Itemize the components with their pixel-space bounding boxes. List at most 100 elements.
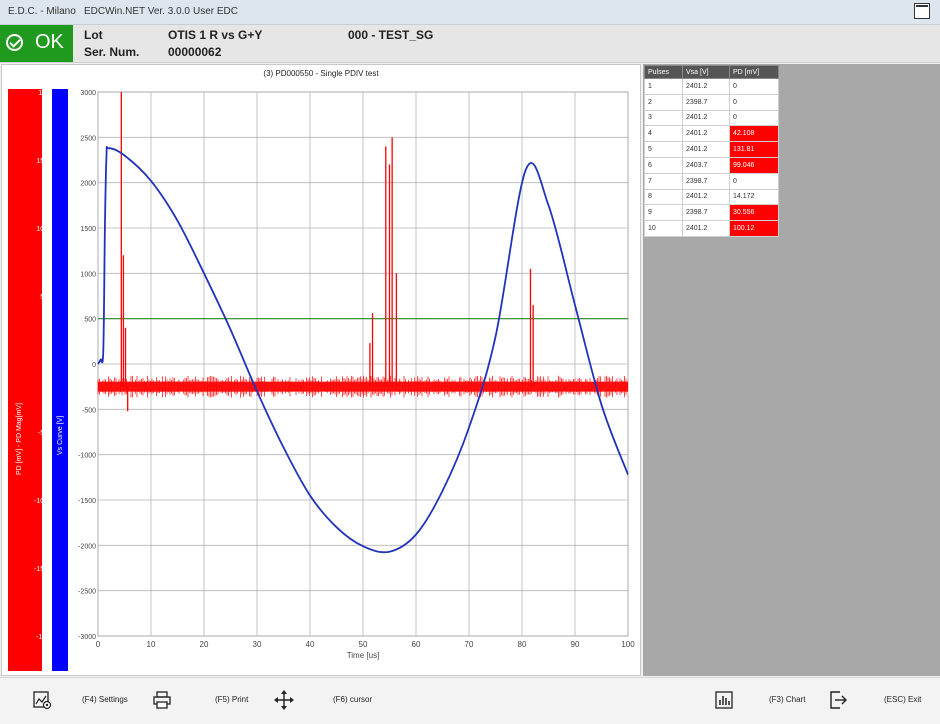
vs-tick-label: 1000 <box>80 271 96 278</box>
x-tick-label: 70 <box>465 640 474 649</box>
vs-tick-label: 0 <box>92 362 96 369</box>
move-cursor-icon <box>274 690 294 710</box>
column-header: PD [mV] <box>729 65 779 79</box>
settings-button[interactable]: (F4) Settings <box>30 678 160 724</box>
x-tick-label: 90 <box>571 640 580 649</box>
table-row: 9 2398.7 30.556 <box>644 204 779 222</box>
title-bar: E.D.C. - Milano EDCWin.NET Ver. 3.0.0 Us… <box>0 0 940 25</box>
table-cell: 0 <box>729 78 779 95</box>
pd-tick-label: -50 <box>38 430 48 437</box>
vs-tick-label: -3000 <box>78 634 96 641</box>
x-tick-label: 100 <box>621 640 635 649</box>
exit-icon <box>830 691 847 709</box>
cursor-label: (F6) cursor <box>333 695 373 704</box>
vs-tick-label: -2000 <box>78 543 96 550</box>
table-cell: 10 <box>644 220 683 237</box>
vs-tick-label: -1500 <box>78 498 96 505</box>
check-circle-icon <box>6 34 23 51</box>
cursor-button[interactable]: (F6) cursor <box>274 678 384 724</box>
x-tick-label: 80 <box>518 640 527 649</box>
table-cell: 14.172 <box>729 188 779 206</box>
table-cell: 2401.2 <box>682 109 730 127</box>
settings-label: (F4) Settings <box>82 695 128 704</box>
vs-tick-label: 2000 <box>80 181 96 188</box>
table-header-row: Pulses Vsa [V] PD [mV] <box>644 65 779 79</box>
table-cell: 2401.2 <box>682 141 730 158</box>
table-cell: 2398.7 <box>682 93 730 111</box>
vs-tick-label: -2500 <box>78 589 96 596</box>
table-row: 1 2401.2 0 <box>644 78 779 95</box>
table-cell: 0 <box>729 93 779 111</box>
table-cell: 6 <box>644 156 683 174</box>
status-text: OK <box>35 31 64 53</box>
table-cell: 131.81 <box>729 141 779 158</box>
x-tick-label: 20 <box>200 640 209 649</box>
exit-button[interactable]: (ESC) Exit <box>828 678 932 724</box>
table-row: 3 2401.2 0 <box>644 109 779 127</box>
x-tick-label: 40 <box>306 640 315 649</box>
lot-label: Lot <box>84 28 103 42</box>
maximize-button[interactable] <box>914 3 930 19</box>
x-tick-label: 60 <box>412 640 421 649</box>
table-cell: 4 <box>644 125 683 143</box>
header-bar: OK Lot OTIS 1 R vs G+Y 000 - TEST_SG Ser… <box>0 25 940 63</box>
serial-value: 00000062 <box>168 45 222 59</box>
table-row: 5 2401.2 131.81 <box>644 141 779 158</box>
company-name: E.D.C. - Milano <box>8 6 76 17</box>
table-cell: 0 <box>729 172 779 190</box>
test-name: 000 - TEST_SG <box>348 28 434 42</box>
pulse-table: Pulses Vsa [V] PD [mV] 1 2401.2 0 2 2398.7 0 3 24… <box>644 65 779 237</box>
vs-tick-label: 1500 <box>80 226 96 233</box>
table-cell: 99.046 <box>729 156 779 174</box>
table-cell: 2401.2 <box>682 125 730 143</box>
chart-label: (F3) Chart <box>769 695 806 704</box>
table-cell: 2401.2 <box>682 220 730 237</box>
table-cell: 2401.2 <box>682 78 730 95</box>
table-cell: 8 <box>644 188 683 206</box>
table-row: 10 2401.2 100.12 <box>644 220 779 237</box>
x-tick-label: 30 <box>253 640 262 649</box>
table-cell: 3 <box>644 109 683 127</box>
x-tick-label: 50 <box>359 640 368 649</box>
pd-tick-label: 100 <box>36 226 48 233</box>
printer-icon <box>153 691 171 709</box>
pd-tick-label: 150 <box>36 158 48 165</box>
pd-tick-label: 1.0 <box>38 90 48 97</box>
vs-tick-label: -500 <box>82 407 96 414</box>
table-row: 2 2398.7 0 <box>644 93 779 111</box>
table-cell: 100.12 <box>729 220 779 237</box>
table-cell: 5 <box>644 141 683 158</box>
table-cell: 30.556 <box>729 204 779 222</box>
serial-label: Ser. Num. <box>84 45 140 59</box>
pd-tick-label: -1.0 <box>36 634 48 641</box>
table-cell: 2401.2 <box>682 188 730 206</box>
table-row: 8 2401.2 14.172 <box>644 188 779 206</box>
table-cell: 7 <box>644 172 683 190</box>
pd-tick-label: 50 <box>40 294 48 301</box>
column-header: Vsa [V] <box>682 65 730 79</box>
table-row: 7 2398.7 0 <box>644 172 779 190</box>
vs-tick-label: 500 <box>84 317 96 324</box>
status-badge: OK <box>0 25 73 62</box>
settings-chart-icon <box>33 691 52 710</box>
exit-label: (ESC) Exit <box>884 695 922 704</box>
table-cell: 2403.7 <box>682 156 730 174</box>
table-cell: 2398.7 <box>682 204 730 222</box>
pd-tick-label: 0 <box>44 362 48 369</box>
bar-chart-icon <box>715 691 733 709</box>
x-tick-label: 10 <box>147 640 156 649</box>
pd-tick-label: -100 <box>34 498 48 505</box>
print-button[interactable]: (F5) Print <box>152 678 262 724</box>
table-cell: 2 <box>644 93 683 111</box>
vs-tick-label: 2500 <box>80 135 96 142</box>
chart-button[interactable]: (F3) Chart <box>714 678 814 724</box>
vs-tick-label: 3000 <box>80 90 96 97</box>
table-cell: 42.108 <box>729 125 779 143</box>
pd-chart[interactable]: 0 10 20 30 40 50 60 70 80 90 100300025002000150010… <box>2 65 640 675</box>
x-axis-label: Time [us] <box>347 651 380 660</box>
chart-panel: (3) PD000550 - Single PDIV test PD [mV] … <box>1 64 641 676</box>
print-label: (F5) Print <box>215 695 249 704</box>
table-cell: 9 <box>644 204 683 222</box>
x-tick-label: 0 <box>96 640 101 649</box>
pd-tick-label: -150 <box>34 566 48 573</box>
